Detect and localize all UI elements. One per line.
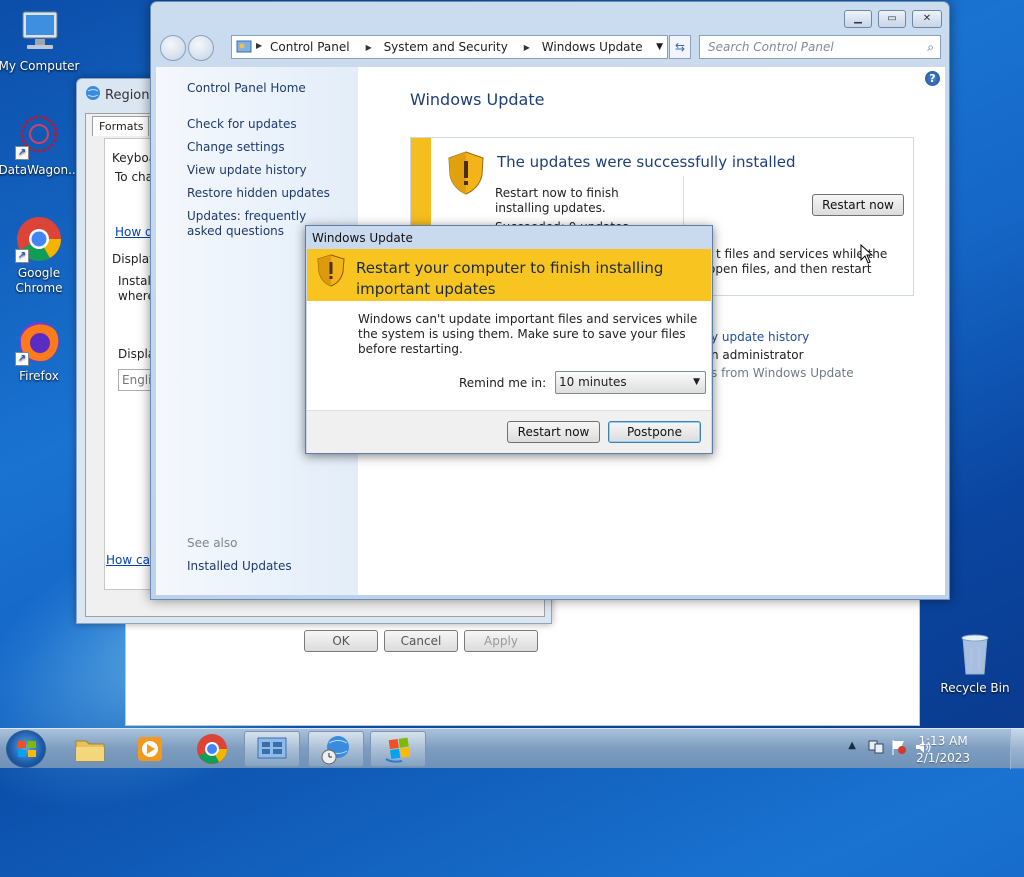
see-also-label: See also	[187, 536, 238, 550]
refresh-button[interactable]: ⇆	[669, 35, 691, 59]
taskbar-windows-update[interactable]	[370, 731, 426, 767]
forward-button[interactable]	[188, 35, 214, 61]
dialog-message: Windows can't update important files and…	[358, 312, 698, 356]
desktop-icon-label: My Computer	[0, 59, 80, 73]
remind-select[interactable]: 10 minutes ▼	[555, 371, 706, 394]
start-button[interactable]	[6, 730, 46, 768]
chrome-icon	[197, 734, 227, 764]
desktop-icon-label: Recycle Bin	[940, 681, 1010, 695]
shortcut-arrow-icon: ↗	[15, 249, 29, 263]
desktop-icon-my-computer[interactable]: My Computer	[0, 8, 81, 74]
how-do-link[interactable]: How d	[115, 225, 153, 239]
breadcrumb-system-security[interactable]: System and Security	[384, 40, 508, 54]
taskbar-chrome[interactable]	[184, 731, 240, 767]
taskbar-explorer[interactable]	[62, 731, 118, 767]
search-icon[interactable]: ⌕	[927, 36, 934, 58]
view-history-link[interactable]: y update history	[711, 330, 809, 344]
desktop-icon-label: Firefox	[19, 369, 59, 383]
mouse-cursor-icon	[860, 243, 874, 264]
breadcrumb-control-panel[interactable]: Control Panel	[270, 40, 350, 54]
clock-time: 1:13 AM	[918, 734, 968, 748]
nav-check-for-updates[interactable]: Check for updates	[187, 117, 297, 132]
desktop-icon-firefox[interactable]: ↗ Firefox	[0, 318, 81, 384]
nav-view-update-history[interactable]: View update history	[187, 163, 307, 178]
how-can-link[interactable]: How car	[106, 553, 155, 567]
recycle-bin-icon	[951, 630, 999, 678]
control-panel-icon	[236, 39, 252, 55]
install-text: Install	[118, 274, 155, 288]
nav-change-settings[interactable]: Change settings	[187, 140, 285, 155]
card-text: Restart now to finish installing updates…	[495, 186, 619, 215]
back-button[interactable]	[160, 35, 186, 61]
chevron-down-icon[interactable]: ▼	[656, 36, 663, 58]
nav-installed-updates[interactable]: Installed Updates	[187, 559, 292, 574]
chevron-right-icon: ▶	[365, 43, 372, 52]
restart-now-button[interactable]: Restart now	[812, 194, 904, 216]
help-icon[interactable]: ?	[925, 71, 940, 86]
maximize-button[interactable]: ▭	[878, 10, 906, 28]
globe-clock-icon	[321, 736, 349, 765]
computer-icon	[15, 8, 63, 56]
address-bar[interactable]: ▶ Control Panel ▶ System and Security ▶ Wi…	[231, 35, 668, 59]
shield-warning-icon	[447, 151, 485, 195]
shortcut-arrow-icon: ↗	[15, 352, 29, 366]
chrome-icon: ↗	[15, 215, 63, 263]
chevron-up-icon[interactable]: ▲	[848, 740, 856, 751]
breadcrumb-windows-update[interactable]: Windows Update	[542, 40, 643, 54]
dialog-restart-now-button[interactable]: Restart now	[507, 421, 600, 443]
ok-button[interactable]: OK	[304, 630, 378, 652]
firefox-icon: ↗	[15, 318, 63, 366]
admin-text: n administrator	[711, 348, 804, 362]
shield-warning-icon	[317, 254, 345, 287]
tab-formats[interactable]: Formats	[92, 116, 151, 136]
nav-restore-hidden-updates[interactable]: Restore hidden updates	[187, 186, 330, 201]
search-input[interactable]: Search Control Panel ⌕	[699, 35, 941, 59]
clock-date: 2/1/2023	[916, 751, 970, 765]
remind-label: Remind me in:	[459, 376, 547, 390]
dialog-title: Windows Update	[312, 231, 413, 245]
show-desktop-button[interactable]	[1010, 729, 1024, 769]
shortcut-arrow-icon: ↗	[15, 146, 29, 160]
dialog-heading: Restart your computer to finish installi…	[356, 259, 664, 298]
desktop-icon-label: Google Chrome	[15, 266, 63, 295]
search-placeholder: Search Control Panel	[708, 40, 834, 54]
taskbar-media-player[interactable]	[122, 731, 178, 767]
info-text: open files, and then restart	[708, 262, 872, 276]
close-button[interactable]: ✕	[912, 10, 942, 28]
cancel-button[interactable]: Cancel	[384, 630, 458, 652]
apply-button[interactable]: Apply	[464, 630, 538, 652]
dialog-footer: Restart now Postpone	[307, 410, 711, 453]
network-icon[interactable]	[868, 738, 884, 756]
keyboard-text: To cha	[115, 170, 154, 184]
minimize-button[interactable]: ▁	[844, 10, 872, 28]
datawagon-icon: ↗	[15, 112, 63, 160]
desktop-icon-label: DataWagon...	[0, 163, 80, 177]
taskbar-control-panel[interactable]	[244, 731, 300, 767]
remind-value: 10 minutes	[559, 375, 627, 389]
dialog-banner: Restart your computer to finish installi…	[307, 249, 711, 301]
page-title: Windows Update	[410, 90, 545, 109]
media-player-icon	[138, 737, 162, 761]
control-panel-icon	[257, 737, 287, 759]
desktop-icon-chrome[interactable]: ↗ Google Chrome	[0, 215, 81, 296]
windows-update-icon	[385, 737, 411, 763]
folder-icon	[75, 740, 105, 762]
globe-icon	[85, 85, 101, 101]
taskbar: ▲ 1:13 AM 2/1/2023	[0, 728, 1024, 769]
postpone-button[interactable]: Postpone	[608, 421, 701, 443]
dialog-body: Windows can't update important files and…	[307, 301, 711, 410]
chevron-down-icon: ▼	[693, 377, 700, 387]
clock[interactable]: 1:13 AM 2/1/2023	[916, 733, 970, 767]
restart-dialog[interactable]: Windows Update Restart your computer to …	[305, 225, 713, 454]
taskbar-region-settings[interactable]	[308, 731, 364, 767]
desktop-icon-datawagon[interactable]: ↗ DataWagon...	[0, 112, 81, 178]
card-title: The updates were successfully installed	[497, 153, 796, 171]
chevron-right-icon: ▶	[256, 41, 263, 50]
chevron-right-icon: ▶	[523, 43, 530, 52]
nav-control-panel-home[interactable]: Control Panel Home	[187, 81, 306, 96]
desktop-icon-recycle-bin[interactable]: Recycle Bin	[933, 630, 1017, 696]
action-center-flag-icon[interactable]	[890, 738, 908, 756]
from-wu-text: s from Windows Update	[711, 366, 854, 380]
